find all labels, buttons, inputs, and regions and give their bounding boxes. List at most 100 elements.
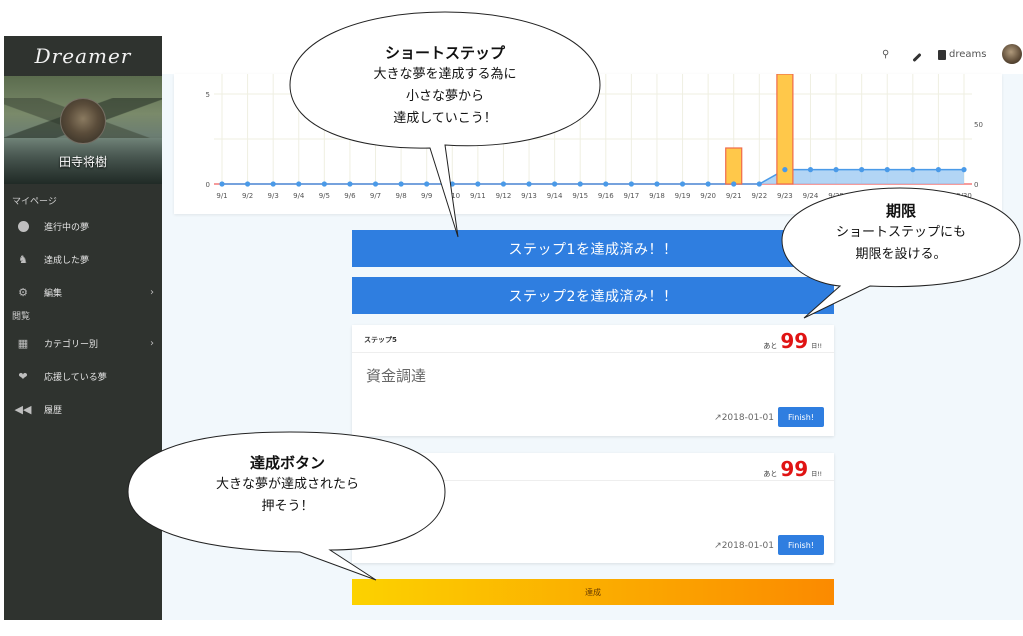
data-point: [833, 167, 839, 173]
data-point: [807, 167, 814, 173]
sidebar-item-label: カテゴリー別: [44, 340, 99, 350]
x-tick-label: 9/23: [777, 192, 793, 200]
dreams-label: dreams: [949, 49, 987, 60]
sidebar-item-in-progress[interactable]: 進行中の夢: [4, 210, 162, 243]
data-point: [910, 167, 916, 173]
data-point: [244, 181, 251, 187]
sidebar-item-label: 進行中の夢: [44, 223, 90, 233]
y-tick-label-left: 5: [206, 91, 210, 99]
data-point: [500, 181, 507, 187]
x-tick-label: 9/4: [293, 192, 305, 200]
deadline-value: 2018-01-01: [721, 413, 774, 423]
bubble-achieve-line: 押そう！: [261, 499, 314, 514]
book-icon: ▦: [17, 337, 29, 350]
finish-button[interactable]: Finish!: [778, 535, 824, 555]
screen: Dreamer 田寺将樹 マイページ 進行中の夢 ♞ 達成した夢 ⚙ 編集 › …: [0, 0, 1023, 636]
x-tick-label: 9/11: [470, 192, 486, 200]
main-content: 9/1 9/2 9/3 9/4 9/5 9/6 9/7 9/8 9/9 9/10 9/11 9/12 9…: [162, 74, 1023, 620]
x-tick-label: 9/6: [344, 192, 356, 200]
sidebar-item-label: 編集: [44, 289, 63, 299]
data-point: [859, 167, 865, 173]
finish-button[interactable]: Finish!: [778, 407, 824, 427]
data-point: [526, 181, 532, 187]
x-tick-label: 9/7: [370, 192, 381, 200]
bubble-deadline-line: 期限を設ける。: [855, 247, 947, 262]
x-tick-label: 9/22: [751, 192, 767, 200]
deadline-date: ↗2018-01-01: [714, 541, 774, 551]
x-tick-label: 9/10: [444, 192, 460, 200]
x-tick-label: 9/20: [700, 192, 716, 200]
sidebar-item-supporting[interactable]: ❤ 応援している夢: [4, 360, 162, 393]
data-point: [603, 181, 609, 187]
bubble-deadline-line: ショートステップにも: [835, 225, 966, 240]
x-tick-label: 9/30: [956, 192, 972, 200]
step-title: ステップ5: [364, 336, 397, 344]
clock-icon: [16, 220, 30, 234]
data-point: [475, 181, 481, 187]
chevron-right-icon: ›: [150, 287, 154, 298]
x-tick-label: 9/14: [547, 192, 563, 200]
x-tick-label: 9/15: [572, 192, 588, 200]
data-point: [961, 167, 967, 173]
search-icon[interactable]: ⚲: [882, 49, 889, 60]
chevron-right-icon: ›: [150, 338, 154, 349]
bubble-deadline-title: 期限: [885, 202, 916, 220]
sidebar-item-achieved[interactable]: ♞ 達成した夢: [4, 243, 162, 276]
remaining-suffix: 日!!: [811, 471, 822, 478]
bubble-short-step-line: 達成していこう！: [393, 111, 497, 126]
x-tick-label: 9/29: [931, 192, 947, 200]
step2-done-button[interactable]: ステップ2を達成済み！！: [352, 277, 834, 314]
trophy-icon: ♞: [18, 253, 28, 266]
nav-browse: ▦ カテゴリー別 › ❤ 応援している夢 ◀◀ 履歴: [4, 327, 162, 426]
user-avatar[interactable]: [1002, 44, 1022, 64]
deadline-value: 2018-01-01: [721, 541, 774, 551]
y-tick-label-left: 0: [206, 181, 210, 189]
avatar[interactable]: [60, 98, 106, 144]
section-label-mypage: マイページ: [12, 197, 57, 207]
remaining-days-number: 99: [780, 329, 809, 353]
remaining-days: あと 99 日!!: [763, 457, 822, 481]
data-point: [372, 181, 379, 187]
data-point: [577, 181, 583, 187]
x-tick-label: 9/8: [395, 192, 406, 200]
x-tick-label: 9/21: [726, 192, 742, 200]
data-point: [782, 167, 788, 173]
brand-logo[interactable]: Dreamer: [4, 36, 162, 76]
data-point: [219, 181, 225, 187]
data-point: [628, 181, 634, 187]
bubble-short-step-line: 大きな夢を達成する為に: [373, 67, 517, 82]
bubble-deadline: 期限 ショートステップにも 期限を設ける。: [792, 200, 1010, 266]
dreams-link[interactable]: dreams: [938, 49, 986, 60]
sidebar-item-category[interactable]: ▦ カテゴリー別 ›: [4, 327, 162, 360]
x-tick-label: 9/24: [803, 192, 819, 200]
data-point: [654, 181, 660, 187]
y-tick-label-right: 0: [974, 181, 978, 189]
step1-done-button[interactable]: ステップ1を達成済み！！: [352, 230, 834, 267]
bubble-short-step-title: ショートステップ: [384, 44, 505, 62]
sidebar-item-edit[interactable]: ⚙ 編集 ›: [4, 276, 162, 309]
remaining-prefix: あと: [763, 470, 778, 478]
bubble-achieve-title: 達成ボタン: [249, 454, 325, 472]
brush-icon[interactable]: [912, 52, 922, 63]
sidebar-item-label: 履歴: [44, 406, 63, 416]
bar: [725, 147, 743, 185]
heart-icon: ❤: [18, 370, 28, 383]
rewind-icon: ◀◀: [14, 403, 32, 416]
profile-name: 田寺将樹: [58, 155, 107, 169]
x-tick-label: 9/17: [624, 192, 640, 200]
data-point: [347, 181, 353, 187]
sidebar-item-label: 応援している夢: [44, 373, 107, 383]
step-card-header: ステップ5 あと 99 日!!: [352, 325, 834, 353]
x-tick-label: 9/12: [496, 192, 512, 200]
profile-header: 田寺将樹: [4, 76, 162, 184]
achieve-button[interactable]: 達成: [352, 579, 834, 605]
x-tick-label: 9/18: [649, 192, 665, 200]
x-tick-label: 9/26: [854, 192, 870, 200]
bubble-achieve-line: 大きな夢が達成されたら: [215, 477, 359, 492]
x-tick-label: 9/2: [242, 192, 253, 200]
book-icon: [938, 49, 946, 60]
x-tick-label: 9/3: [268, 192, 279, 200]
step-card-body: 資金調達 ↗2018-01-01 Finish!: [352, 353, 834, 435]
sidebar-item-history[interactable]: ◀◀ 履歴: [4, 393, 162, 426]
x-tick-label: 9/28: [905, 192, 921, 200]
